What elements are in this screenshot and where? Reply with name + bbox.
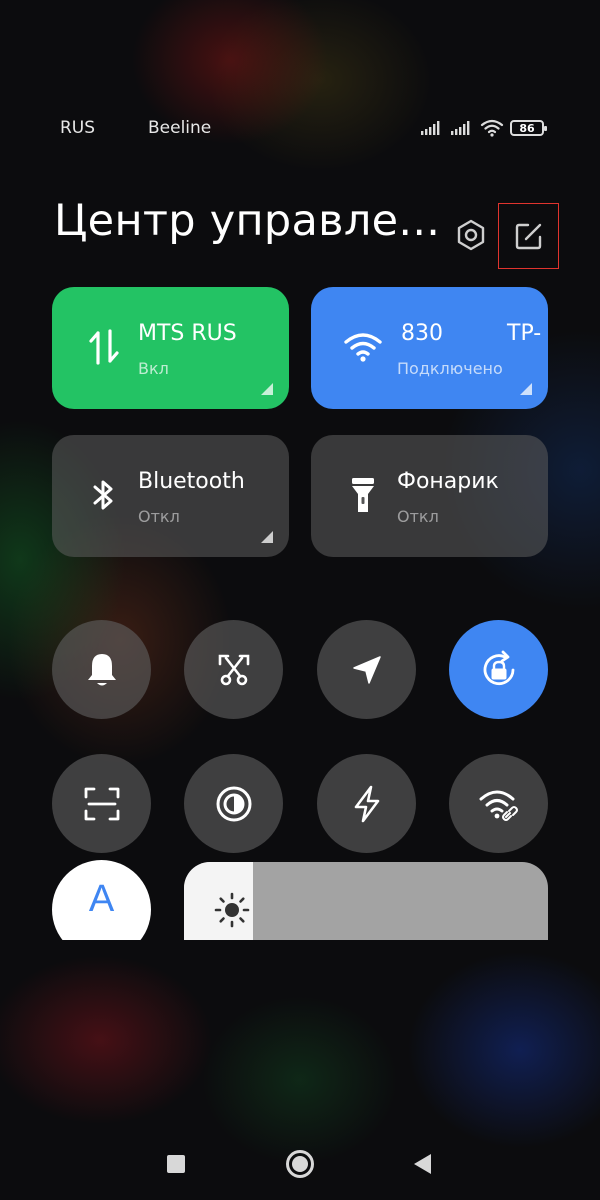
sun-icon bbox=[214, 892, 250, 928]
brightness-slider[interactable] bbox=[184, 862, 548, 940]
page-title: Центр управле... bbox=[54, 196, 441, 246]
bluetooth-state: Откл bbox=[138, 507, 180, 526]
signal-strength-1-icon bbox=[421, 121, 440, 135]
back-button[interactable] bbox=[414, 1154, 431, 1174]
mobile-data-state: Вкл bbox=[138, 359, 169, 378]
bluetooth-tile[interactable]: Bluetooth Откл bbox=[52, 435, 289, 557]
wifi-name: 830 TP- bbox=[401, 321, 541, 346]
scanner-icon bbox=[84, 787, 119, 820]
bell-icon bbox=[87, 653, 116, 685]
edit-button[interactable] bbox=[498, 203, 559, 269]
expand-corner-icon[interactable] bbox=[520, 383, 532, 395]
mobile-data-tile[interactable]: MTS RUS Вкл bbox=[52, 287, 289, 409]
flashlight-tile[interactable]: Фонарик Откл bbox=[311, 435, 548, 557]
location-arrow-icon bbox=[352, 655, 381, 684]
flashlight-name: Фонарик bbox=[397, 469, 499, 494]
status-bar: RUS Beeline 86 bbox=[0, 116, 600, 144]
status-icons: 86 bbox=[420, 119, 547, 137]
recent-apps-button[interactable] bbox=[167, 1155, 185, 1173]
carrier-2-label: Beeline bbox=[148, 118, 212, 138]
flashlight-icon bbox=[343, 475, 383, 515]
flashlight-state: Откл bbox=[397, 507, 439, 526]
settings-button[interactable] bbox=[452, 216, 490, 254]
location-toggle-button[interactable] bbox=[317, 620, 416, 719]
carrier-1-label: RUS bbox=[60, 118, 96, 138]
expand-corner-icon[interactable] bbox=[261, 531, 273, 543]
wifi-state: Подключено bbox=[397, 359, 503, 378]
signal-strength-2-icon bbox=[451, 121, 470, 135]
hotspot-toggle-button[interactable] bbox=[449, 754, 548, 853]
wifi-tile[interactable]: 830 TP- Подключено bbox=[311, 287, 548, 409]
auto-brightness-button[interactable]: A bbox=[52, 860, 151, 940]
rotation-lock-icon bbox=[483, 650, 514, 685]
sound-toggle-button[interactable] bbox=[52, 620, 151, 719]
battery-saver-toggle-button[interactable] bbox=[317, 754, 416, 853]
screenshot-toggle-button[interactable] bbox=[184, 620, 283, 719]
data-transfer-icon bbox=[84, 327, 124, 367]
battery-icon: 86 bbox=[510, 120, 547, 136]
wifi-name-part-1: 830 bbox=[401, 321, 443, 346]
wifi-name-part-2: TP- bbox=[507, 321, 542, 346]
reading-mode-toggle-button[interactable] bbox=[184, 754, 283, 853]
home-button[interactable] bbox=[286, 1150, 314, 1178]
mobile-data-name: MTS RUS bbox=[138, 321, 237, 346]
navigation-bar bbox=[0, 1145, 600, 1185]
wifi-icon bbox=[343, 327, 383, 367]
expand-corner-icon[interactable] bbox=[261, 383, 273, 395]
battery-level: 86 bbox=[519, 121, 535, 135]
wifi-status-icon bbox=[480, 119, 504, 137]
rotation-lock-toggle-button[interactable] bbox=[449, 620, 548, 719]
reading-mode-icon bbox=[216, 786, 251, 821]
scanner-toggle-button[interactable] bbox=[52, 754, 151, 853]
gear-icon bbox=[457, 219, 485, 251]
wifi-hotspot-icon bbox=[479, 790, 518, 821]
bluetooth-icon bbox=[84, 475, 124, 515]
auto-brightness-label: A bbox=[52, 860, 151, 940]
lightning-icon bbox=[354, 785, 379, 822]
edit-icon bbox=[515, 223, 541, 250]
bluetooth-name: Bluetooth bbox=[138, 469, 245, 494]
screenshot-scissors-icon bbox=[218, 654, 249, 685]
